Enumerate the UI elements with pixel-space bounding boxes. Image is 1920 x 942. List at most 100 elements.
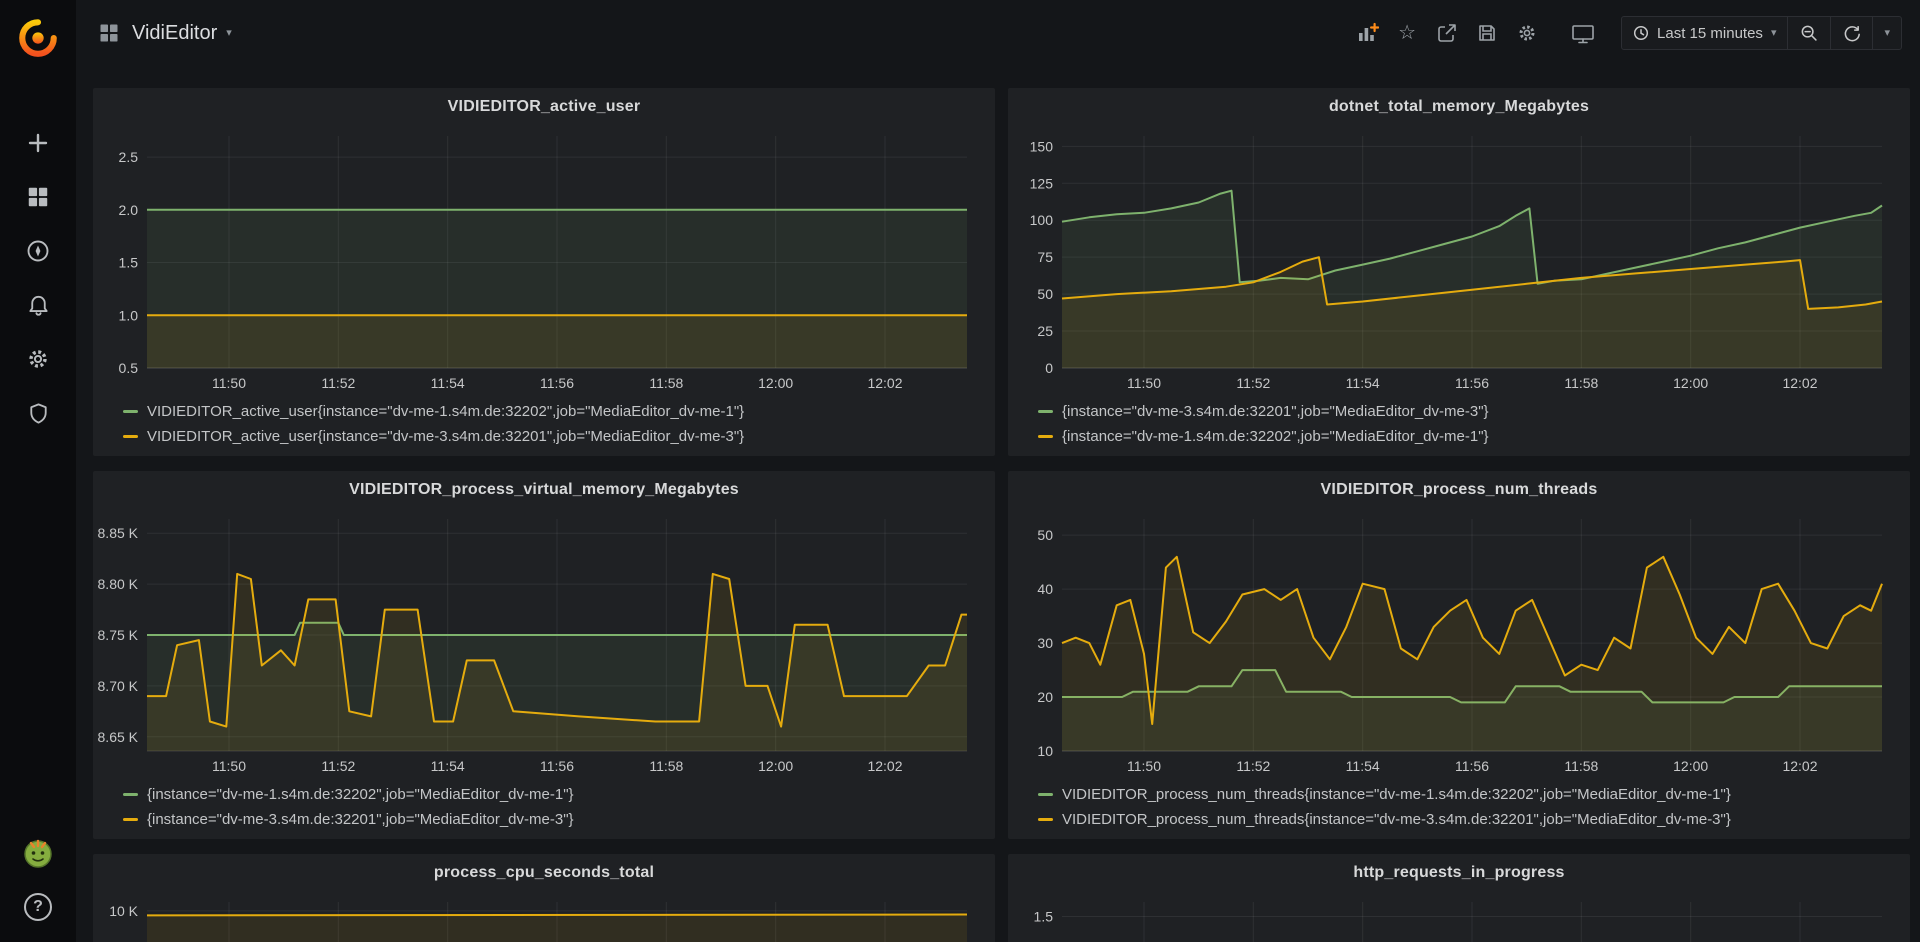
- sidebar-item-create[interactable]: [0, 116, 76, 170]
- gear-icon: [1516, 22, 1538, 44]
- legend: VIDIEDITOR_process_num_threads{instance=…: [1008, 779, 1910, 832]
- user-avatar[interactable]: [0, 826, 76, 880]
- svg-text:1.0: 1.0: [119, 307, 139, 323]
- panel-http-requests: http_requests_in_progress 11:5011:5211:5…: [1008, 854, 1910, 942]
- dashboard-settings-button[interactable]: [1509, 16, 1545, 50]
- gear-icon: [25, 346, 51, 372]
- series-color-swatch: [123, 410, 138, 413]
- sidebar-item-configuration[interactable]: [0, 332, 76, 386]
- svg-text:11:54: 11:54: [431, 758, 465, 774]
- navbar-right: ☆: [1349, 16, 1902, 50]
- dashboards-grid-icon: [26, 185, 50, 209]
- refresh-interval-dropdown[interactable]: ▾: [1873, 17, 1901, 49]
- svg-text:8.65 K: 8.65 K: [98, 729, 139, 745]
- time-series-chart[interactable]: 11:5011:5211:5411:5611:5812:0012:0210 K: [93, 892, 995, 942]
- time-series-chart[interactable]: 11:5011:5211:5411:5611:5812:0012:021.5: [1008, 892, 1910, 942]
- svg-text:8.80 K: 8.80 K: [98, 576, 139, 592]
- add-panel-button[interactable]: [1349, 16, 1385, 50]
- panel-virtual-memory: VIDIEDITOR_process_virtual_memory_Megaby…: [93, 471, 995, 839]
- svg-text:40: 40: [1037, 581, 1053, 597]
- sidebar-item-dashboards[interactable]: [0, 170, 76, 224]
- star-dashboard-button[interactable]: ☆: [1389, 16, 1425, 50]
- panel-title[interactable]: http_requests_in_progress: [1008, 854, 1910, 892]
- legend-item[interactable]: {instance="dv-me-1.s4m.de:32202",job="Me…: [123, 782, 995, 807]
- svg-text:20: 20: [1037, 689, 1053, 705]
- chevron-down-icon: ▾: [226, 28, 232, 39]
- series-color-swatch: [1038, 793, 1053, 796]
- sidebar-item-alerting[interactable]: [0, 278, 76, 332]
- panel-title[interactable]: process_cpu_seconds_total: [93, 854, 995, 892]
- avatar-icon: [21, 836, 55, 870]
- cycle-view-button[interactable]: [1565, 16, 1601, 50]
- svg-text:50: 50: [1037, 527, 1053, 543]
- share-icon: [1436, 22, 1458, 44]
- svg-text:11:50: 11:50: [1127, 375, 1161, 391]
- svg-text:11:58: 11:58: [649, 758, 683, 774]
- sidebar: ?: [0, 0, 76, 942]
- panel-title[interactable]: VIDIEDITOR_process_num_threads: [1008, 471, 1910, 509]
- legend-label: {instance="dv-me-1.s4m.de:32202",job="Me…: [1062, 428, 1489, 445]
- svg-text:11:56: 11:56: [1455, 758, 1489, 774]
- sidebar-item-explore[interactable]: [0, 224, 76, 278]
- time-range-picker[interactable]: Last 15 minutes ▾: [1622, 17, 1788, 49]
- svg-text:11:50: 11:50: [212, 375, 246, 391]
- svg-text:11:54: 11:54: [1346, 375, 1380, 391]
- clock-icon: [1633, 25, 1649, 41]
- time-series-chart[interactable]: 11:5011:5211:5411:5611:5812:0012:0202550…: [1008, 126, 1910, 396]
- svg-text:2.5: 2.5: [119, 149, 139, 165]
- explore-compass-icon: [25, 238, 51, 264]
- sidebar-item-help[interactable]: ?: [0, 880, 76, 934]
- panel-cpu-seconds: process_cpu_seconds_total 11:5011:5211:5…: [93, 854, 995, 942]
- panel-active-user: VIDIEDITOR_active_user 11:5011:5211:5411…: [93, 88, 995, 456]
- legend-item[interactable]: {instance="dv-me-3.s4m.de:32201",job="Me…: [1038, 399, 1910, 424]
- svg-text:12:00: 12:00: [1673, 758, 1708, 774]
- time-series-chart[interactable]: 11:5011:5211:5411:5611:5812:0012:0210203…: [1008, 509, 1910, 779]
- svg-text:10 K: 10 K: [109, 903, 138, 919]
- series-color-swatch: [123, 818, 138, 821]
- svg-text:125: 125: [1030, 175, 1054, 191]
- svg-text:1.5: 1.5: [1034, 909, 1054, 925]
- legend-item[interactable]: VIDIEDITOR_process_num_threads{instance=…: [1038, 807, 1910, 832]
- svg-text:30: 30: [1037, 635, 1053, 651]
- panel-title[interactable]: VIDIEDITOR_process_virtual_memory_Megaby…: [93, 471, 995, 509]
- svg-text:11:58: 11:58: [1564, 758, 1598, 774]
- sidebar-nav: [0, 116, 76, 440]
- svg-text:25: 25: [1037, 323, 1053, 339]
- legend-item[interactable]: {instance="dv-me-3.s4m.de:32201",job="Me…: [123, 807, 995, 832]
- svg-text:11:50: 11:50: [212, 758, 246, 774]
- svg-text:11:52: 11:52: [1236, 758, 1270, 774]
- help-question-icon: ?: [24, 893, 52, 921]
- grafana-logo-icon[interactable]: [0, 0, 76, 76]
- magnifier-minus-icon: [1799, 23, 1819, 43]
- svg-text:150: 150: [1030, 138, 1054, 154]
- svg-text:8.85 K: 8.85 K: [98, 525, 139, 541]
- svg-text:10: 10: [1037, 743, 1053, 759]
- time-series-chart[interactable]: 11:5011:5211:5411:5611:5812:0012:020.51.…: [93, 126, 995, 396]
- legend-label: VIDIEDITOR_active_user{instance="dv-me-3…: [147, 428, 744, 445]
- monitor-icon: [1571, 22, 1595, 44]
- series-color-swatch: [1038, 435, 1053, 438]
- panel-title[interactable]: VIDIEDITOR_active_user: [93, 88, 995, 126]
- svg-text:50: 50: [1037, 286, 1053, 302]
- save-dashboard-button[interactable]: [1469, 16, 1505, 50]
- legend-item[interactable]: {instance="dv-me-1.s4m.de:32202",job="Me…: [1038, 424, 1910, 449]
- dashboard-title: VidiEditor: [132, 22, 217, 45]
- svg-text:11:54: 11:54: [431, 375, 465, 391]
- dashboard-title-dropdown[interactable]: VidiEditor ▾: [132, 22, 232, 45]
- refresh-button[interactable]: [1831, 17, 1873, 49]
- dashboard-grid-icon: [100, 24, 118, 42]
- svg-text:11:58: 11:58: [649, 375, 683, 391]
- time-series-chart[interactable]: 11:5011:5211:5411:5611:5812:0012:028.65 …: [93, 509, 995, 779]
- panel-title[interactable]: dotnet_total_memory_Megabytes: [1008, 88, 1910, 126]
- svg-text:11:54: 11:54: [1346, 758, 1380, 774]
- svg-text:12:00: 12:00: [1673, 375, 1708, 391]
- sidebar-item-server-admin[interactable]: [0, 386, 76, 440]
- refresh-icon: [1842, 24, 1861, 43]
- svg-text:11:52: 11:52: [1236, 375, 1270, 391]
- legend-item[interactable]: VIDIEDITOR_active_user{instance="dv-me-1…: [123, 399, 995, 424]
- share-dashboard-button[interactable]: [1429, 16, 1465, 50]
- legend-item[interactable]: VIDIEDITOR_process_num_threads{instance=…: [1038, 782, 1910, 807]
- zoom-out-button[interactable]: [1788, 17, 1831, 49]
- save-icon: [1476, 22, 1498, 44]
- legend-item[interactable]: VIDIEDITOR_active_user{instance="dv-me-3…: [123, 424, 995, 449]
